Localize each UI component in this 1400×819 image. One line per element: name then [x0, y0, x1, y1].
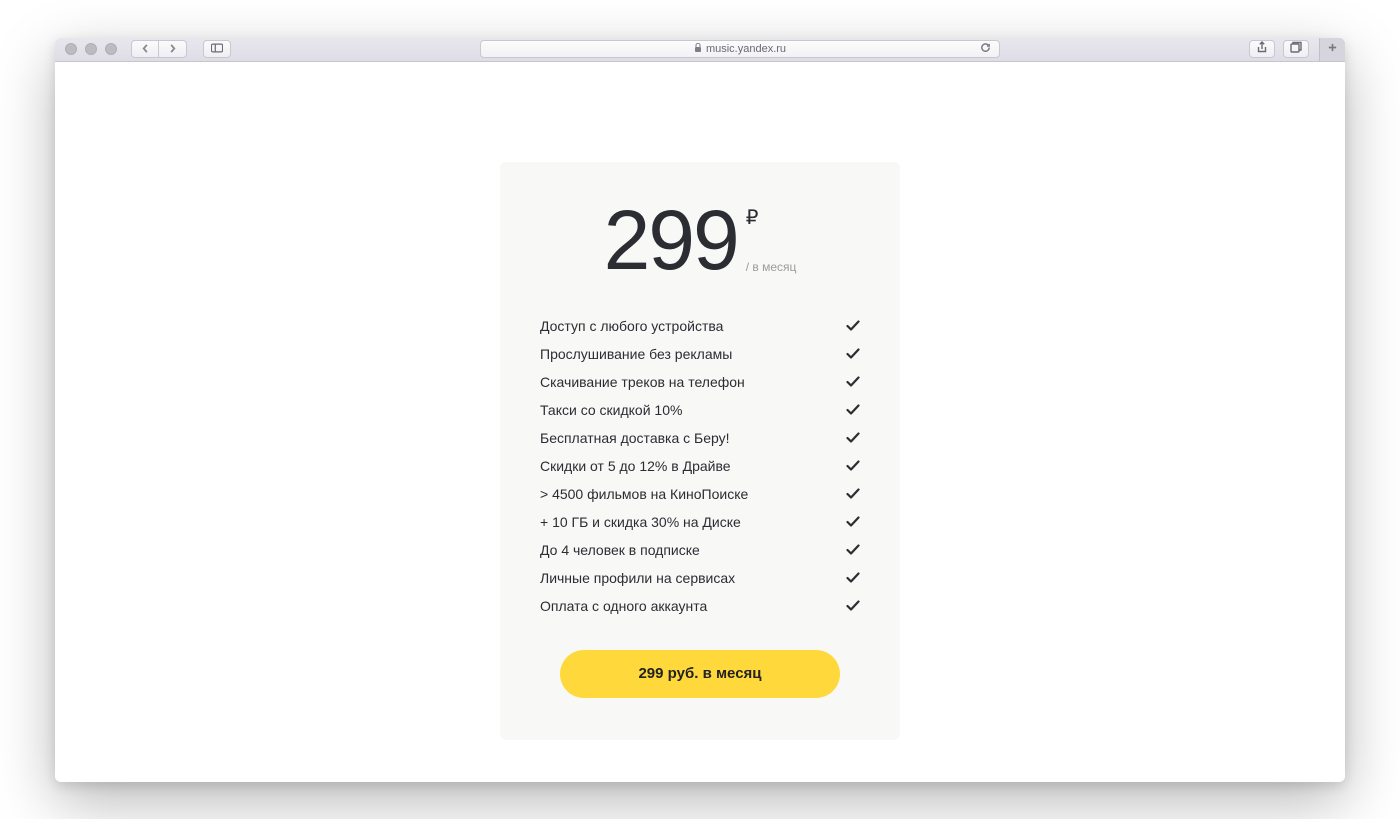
feature-text: Бесплатная доставка с Беру! — [540, 430, 730, 446]
titlebar: music.yandex.ru — [55, 38, 1345, 62]
new-tab-button[interactable] — [1319, 38, 1345, 62]
forward-button[interactable] — [159, 40, 187, 58]
feature-text: Прослушивание без рекламы — [540, 346, 732, 362]
check-icon — [846, 402, 860, 418]
back-button[interactable] — [131, 40, 159, 58]
reload-button[interactable] — [980, 42, 991, 56]
page-content: 299 ₽ / в месяц Доступ с любого устройст… — [55, 62, 1345, 782]
check-icon — [846, 542, 860, 558]
check-icon — [846, 598, 860, 614]
feature-text: Скачивание треков на телефон — [540, 374, 745, 390]
currency-symbol: ₽ — [746, 208, 759, 228]
minimize-window-button[interactable] — [85, 43, 97, 55]
feature-row: До 4 человек в подписке — [540, 536, 860, 564]
feature-list: Доступ с любого устройства Прослушивание… — [540, 312, 860, 620]
check-icon — [846, 374, 860, 390]
nav-buttons — [131, 40, 187, 58]
feature-text: + 10 ГБ и скидка 30% на Диске — [540, 514, 741, 530]
feature-row: Бесплатная доставка с Беру! — [540, 424, 860, 452]
price-period: / в месяц — [746, 260, 797, 274]
check-icon — [846, 514, 860, 530]
feature-text: Скидки от 5 до 12% в Драйве — [540, 458, 731, 474]
feature-text: Такси со скидкой 10% — [540, 402, 682, 418]
feature-text: Личные профили на сервисах — [540, 570, 735, 586]
check-icon — [846, 318, 860, 334]
chevron-left-icon — [141, 40, 150, 58]
feature-text: Доступ с любого устройства — [540, 318, 723, 334]
feature-row: Доступ с любого устройства — [540, 312, 860, 340]
feature-text: До 4 человек в подписке — [540, 542, 700, 558]
subscribe-button[interactable]: 299 руб. в месяц — [560, 650, 840, 698]
feature-text: > 4500 фильмов на КиноПоиске — [540, 486, 748, 502]
check-icon — [846, 458, 860, 474]
maximize-window-button[interactable] — [105, 43, 117, 55]
tabs-icon — [1290, 40, 1302, 58]
feature-row: + 10 ГБ и скидка 30% на Диске — [540, 508, 860, 536]
check-icon — [846, 346, 860, 362]
lock-icon — [694, 43, 702, 55]
traffic-lights — [65, 43, 117, 55]
sidebar-toggle-button[interactable] — [203, 40, 231, 58]
feature-row: Оплата с одного аккаунта — [540, 592, 860, 620]
check-icon — [846, 486, 860, 502]
url-host: music.yandex.ru — [706, 43, 786, 55]
feature-row: Прослушивание без рекламы — [540, 340, 860, 368]
check-icon — [846, 430, 860, 446]
sidebar-icon — [211, 40, 223, 58]
pricing-card: 299 ₽ / в месяц Доступ с любого устройст… — [500, 162, 900, 740]
browser-window: music.yandex.ru 299 ₽ / — [55, 38, 1345, 782]
tabs-button[interactable] — [1283, 40, 1309, 58]
close-window-button[interactable] — [65, 43, 77, 55]
reload-icon — [980, 44, 991, 56]
feature-text: Оплата с одного аккаунта — [540, 598, 707, 614]
price-value: 299 — [604, 198, 738, 282]
feature-row: Личные профили на сервисах — [540, 564, 860, 592]
share-button[interactable] — [1249, 40, 1275, 58]
plus-icon — [1327, 40, 1338, 58]
share-icon — [1256, 40, 1268, 58]
price-block: 299 ₽ / в месяц — [540, 198, 860, 282]
feature-row: > 4500 фильмов на КиноПоиске — [540, 480, 860, 508]
feature-row: Скачивание треков на телефон — [540, 368, 860, 396]
feature-row: Такси со скидкой 10% — [540, 396, 860, 424]
address-bar[interactable]: music.yandex.ru — [480, 40, 1000, 58]
check-icon — [846, 570, 860, 586]
chevron-right-icon — [168, 40, 177, 58]
feature-row: Скидки от 5 до 12% в Драйве — [540, 452, 860, 480]
